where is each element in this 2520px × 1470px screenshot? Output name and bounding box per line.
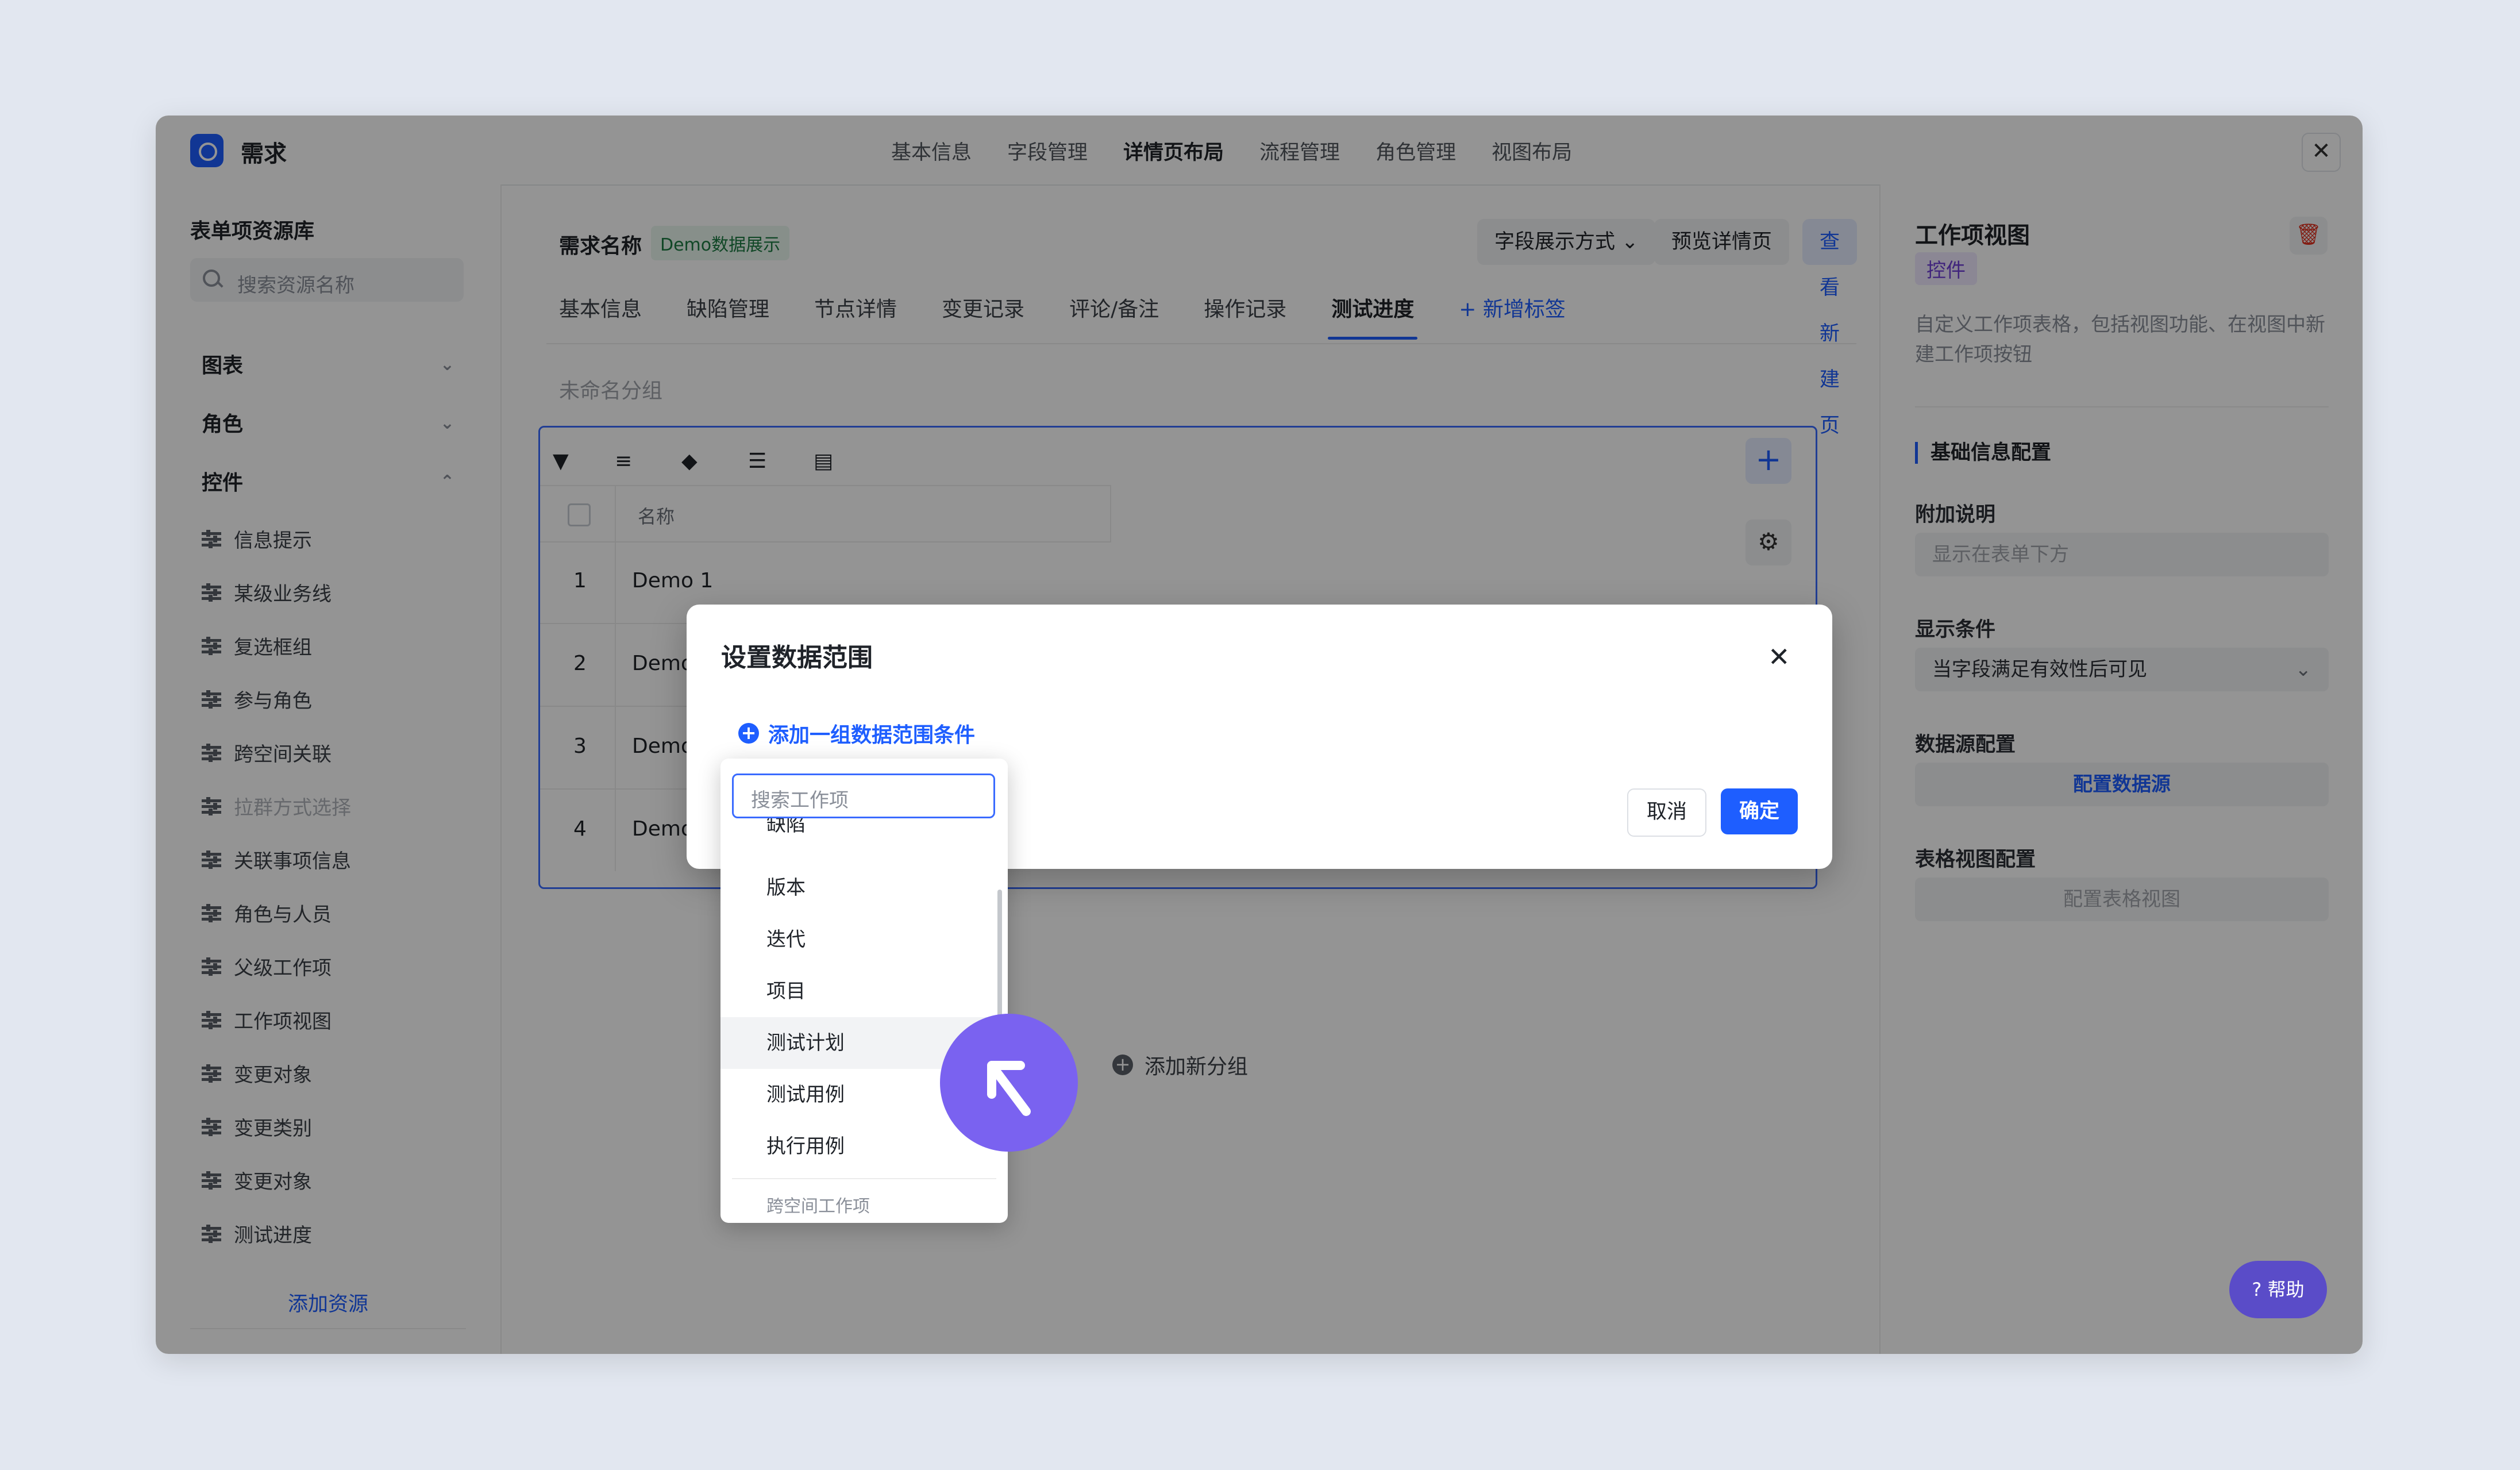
dropdown-group-label: 跨空间工作项 [766,1196,870,1217]
work-item-search-input[interactable]: 搜索工作项 [732,774,995,818]
divider [732,1178,996,1179]
cursor-highlight [940,1014,1078,1152]
dropdown-scrollbar[interactable] [997,890,1002,1028]
question-icon: ? [2252,1279,2262,1300]
work-item-search-placeholder: 搜索工作项 [751,789,849,812]
help-button[interactable]: ? 帮助 [2229,1261,2327,1318]
dropdown-item[interactable]: 版本 [720,862,1008,914]
cancel-button[interactable]: 取消 [1627,788,1706,837]
cursor-arrow-icon [987,1061,1031,1116]
add-condition-group-button[interactable]: + 添加一组数据范围条件 [738,718,975,748]
help-label: 帮助 [2267,1279,2305,1300]
dialog-title: 设置数据范围 [721,643,873,672]
close-icon[interactable]: ✕ [1768,641,1790,672]
confirm-button[interactable]: 确定 [1721,788,1798,834]
plus-circle-icon: + [738,723,759,744]
dropdown-item[interactable]: 项目 [720,965,1008,1017]
add-condition-label: 添加一组数据范围条件 [768,724,976,747]
dropdown-item[interactable]: 迭代 [720,914,1008,965]
work-item-dropdown: 缺陷 搜索工作项 版本 迭代 项目 测试计划 测试用例 执行用例 跨空间工作项 [720,759,1008,1223]
